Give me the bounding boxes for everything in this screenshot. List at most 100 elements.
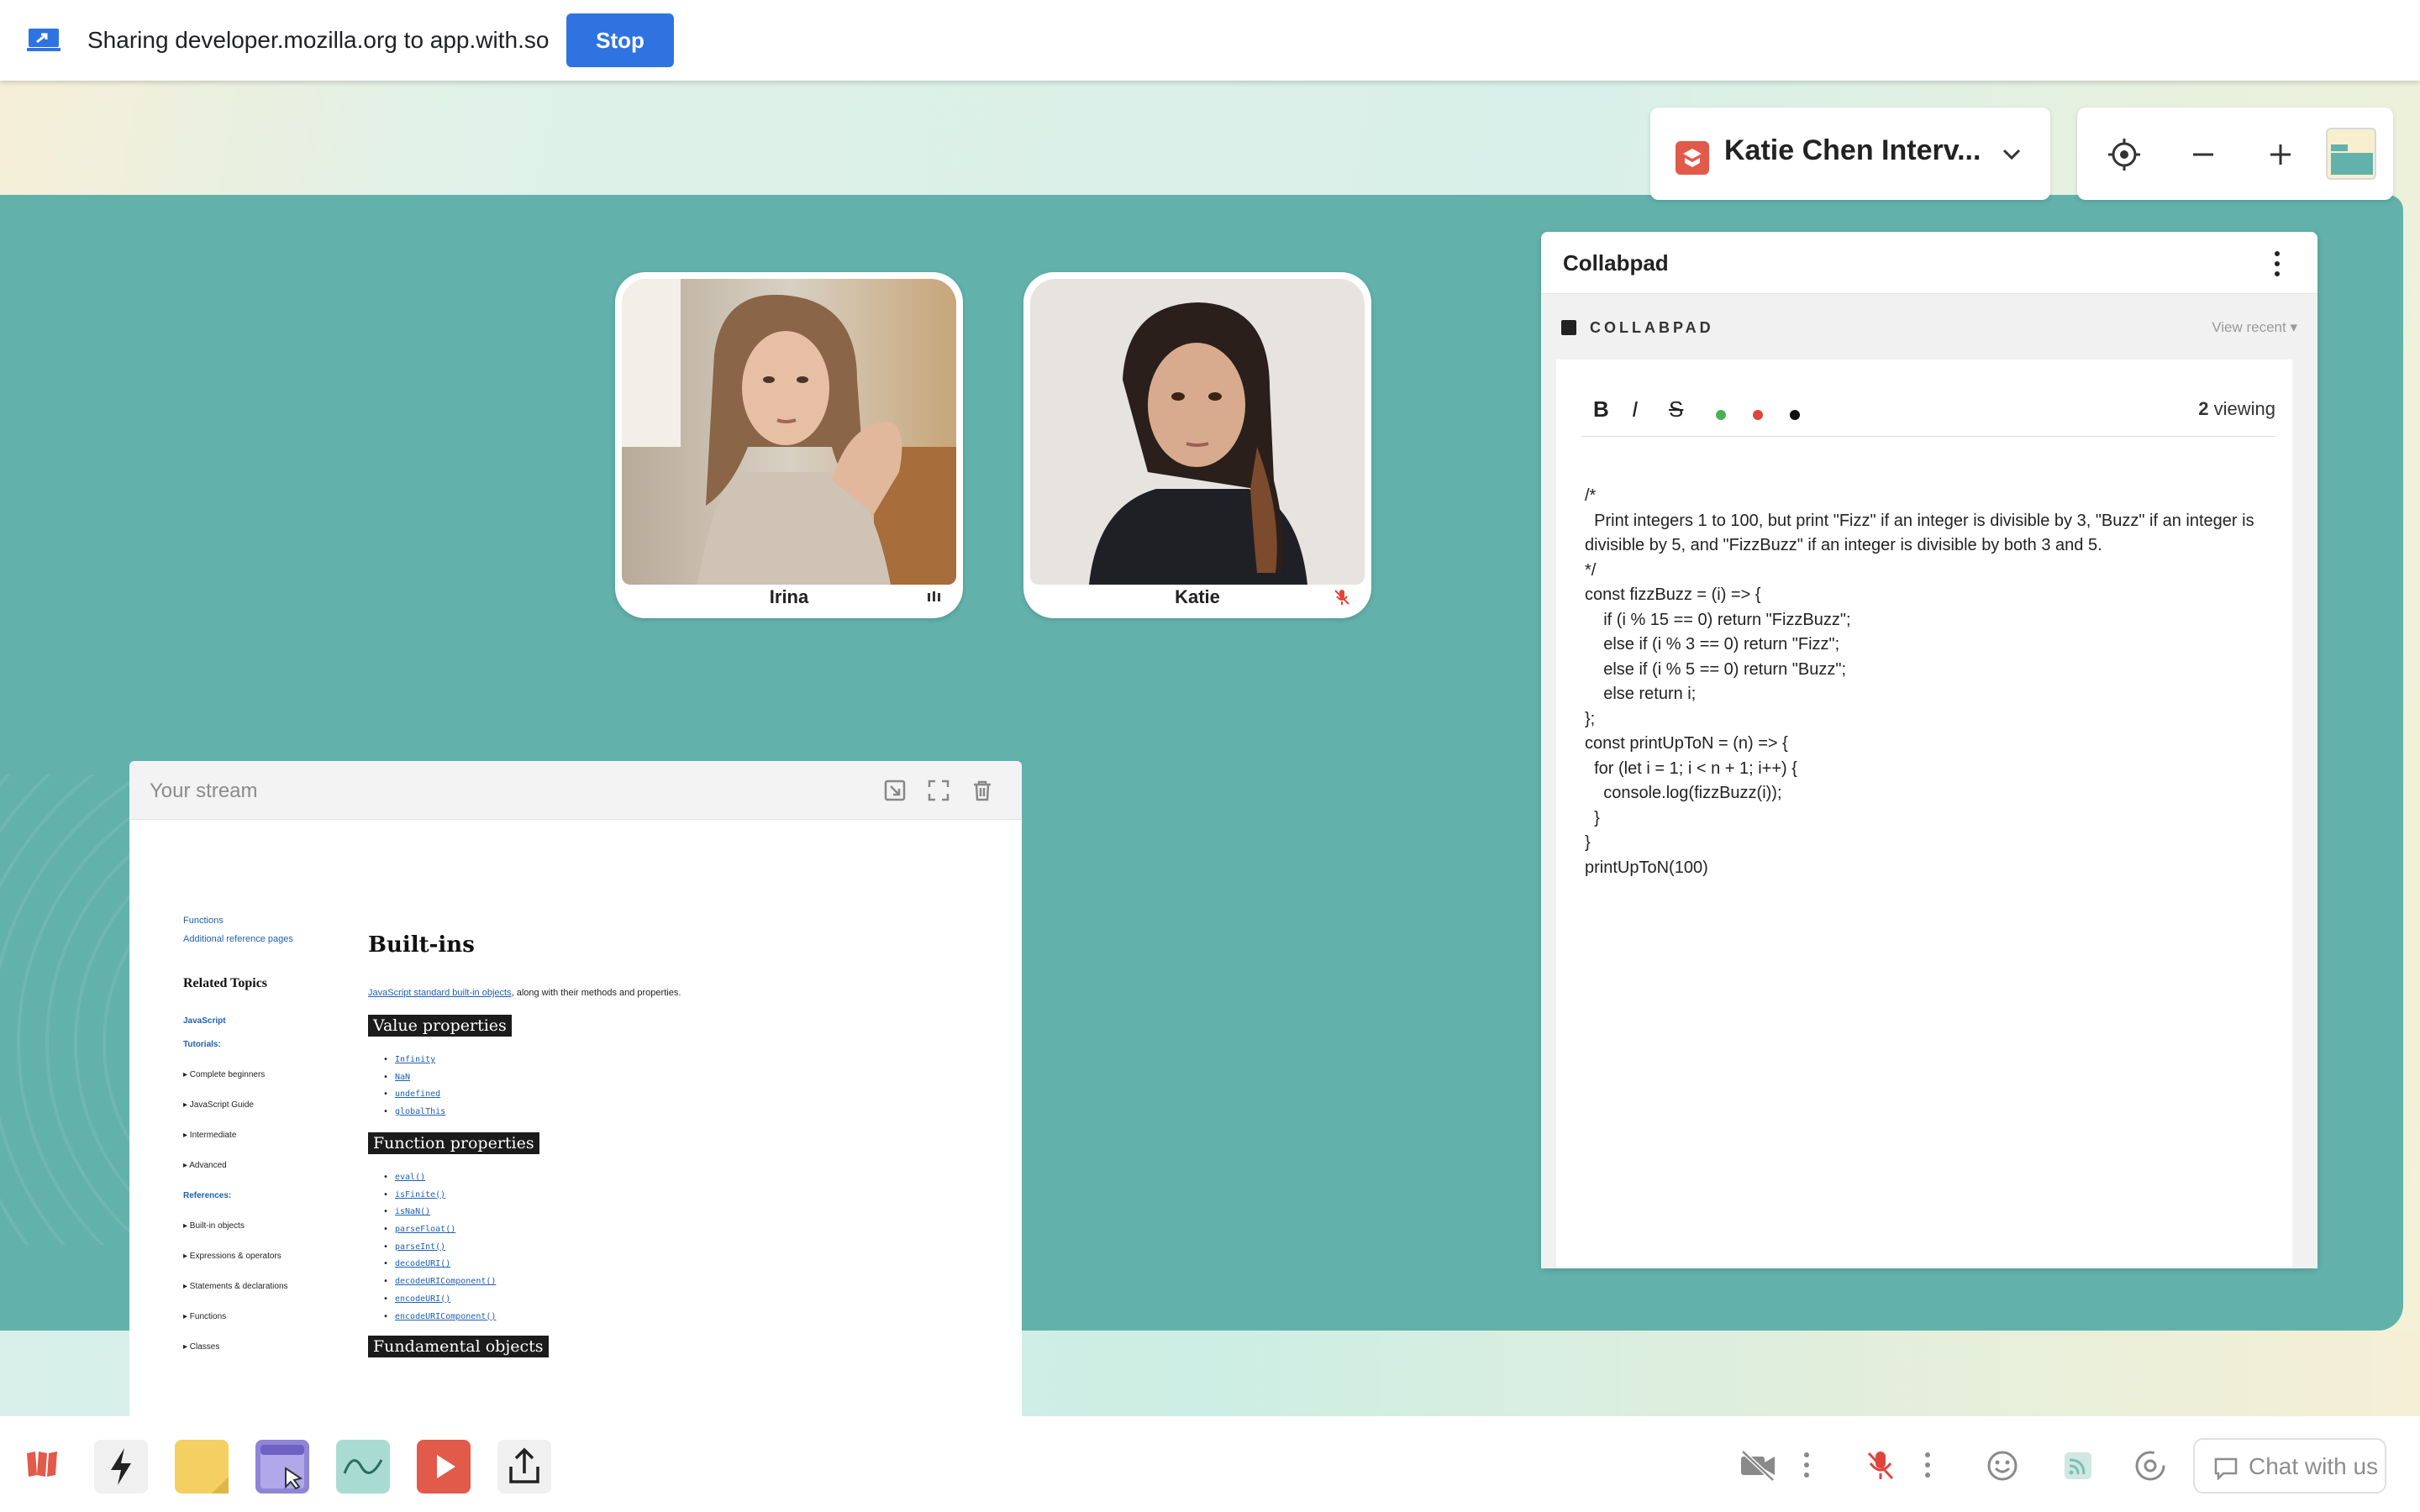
video-button[interactable]: [417, 1440, 471, 1494]
participant-name: Irina: [769, 586, 809, 607]
page-heading: Built-ins: [368, 932, 475, 958]
zoom-out-icon[interactable]: [2185, 136, 2222, 173]
italic-button[interactable]: I: [1632, 396, 1638, 423]
play-icon: [437, 1455, 455, 1478]
viewing-count: 2 viewing: [2198, 398, 2275, 419]
upload-button[interactable]: [497, 1440, 551, 1494]
note-icon: [1561, 320, 1576, 335]
participant-name: Katie: [1175, 586, 1220, 607]
color-red-button[interactable]: [1753, 410, 1763, 420]
video-tile-irina[interactable]: Irina: [615, 272, 963, 618]
related-topics-heading: Related Topics: [183, 976, 268, 990]
sidebar-item: ▸ Advanced: [183, 1161, 227, 1170]
stop-sharing-button[interactable]: Stop: [566, 13, 674, 67]
activity-icon[interactable]: [2134, 1450, 2166, 1482]
collabpad-section-label: COLLABPAD: [1561, 319, 1714, 337]
sidebar-item: ▸ Classes: [183, 1342, 220, 1352]
intro-text: JavaScript standard built-in objects, al…: [368, 988, 681, 998]
function-properties-list: eval() isFinite() isNaN() parseFloat() p…: [383, 1169, 496, 1326]
apps-button[interactable]: [94, 1440, 148, 1494]
list-item: decodeURI(): [383, 1256, 496, 1273]
sidebar-link: Additional reference pages: [183, 934, 293, 944]
mic-muted-icon[interactable]: [1864, 1448, 1897, 1482]
cast-icon[interactable]: [2062, 1450, 2094, 1482]
sidebar-item: ▸ Complete beginners: [183, 1070, 266, 1079]
section-heading: Function properties: [368, 1132, 539, 1154]
sidebar-item: ▸ Functions: [183, 1312, 227, 1321]
zoom-controls: [2077, 108, 2393, 200]
trash-icon[interactable]: [970, 778, 995, 803]
room-selector[interactable]: Katie Chen Interv...: [1650, 108, 2050, 200]
screen-share-icon: [27, 29, 60, 51]
format-toolbar: B I S 2 viewing: [1581, 386, 2275, 437]
collabpad-editor[interactable]: B I S 2 viewing /* Print integers 1 to 1…: [1556, 360, 2292, 1268]
list-item: eval(): [383, 1169, 496, 1187]
value-properties-list: Infinity NaN undefined globalThis: [383, 1052, 445, 1121]
list-item: encodeURI(): [383, 1291, 496, 1309]
list-item: globalThis: [383, 1104, 445, 1121]
collabpad-text[interactable]: /* Print integers 1 to 100, but print "F…: [1585, 484, 2282, 880]
stream-window: Your stream Functions Additional referen…: [129, 761, 1022, 1416]
video-feed: [1030, 279, 1365, 585]
browser-button[interactable]: [255, 1440, 309, 1494]
whiteboard-button[interactable]: [336, 1440, 390, 1494]
list-item: undefined: [383, 1086, 445, 1104]
list-item: decodeURIComponent(): [383, 1273, 496, 1291]
collabpad-panel: Collabpad COLLABPAD View recent ▾ B I S …: [1541, 232, 2317, 1268]
mic-options-icon[interactable]: [1921, 1450, 1934, 1480]
browser-window-icon: [260, 1445, 304, 1490]
strikethrough-button[interactable]: S: [1669, 396, 1683, 423]
section-heading: Value properties: [368, 1015, 512, 1037]
sidebar-item: ▸ Intermediate: [183, 1131, 237, 1140]
list-item: isFinite(): [383, 1187, 496, 1205]
logo-icon[interactable]: [25, 1450, 59, 1478]
chat-with-us-button[interactable]: Chat with us: [2193, 1438, 2386, 1494]
chevron-down-icon[interactable]: [1996, 139, 2027, 170]
mic-muted-icon: [1334, 590, 1349, 605]
view-recent-dropdown[interactable]: View recent ▾: [2212, 319, 2297, 336]
share-status-text: Sharing developer.mozilla.org to app.wit…: [87, 27, 550, 53]
room-icon: [1676, 141, 1709, 175]
screen-share-bar: Sharing developer.mozilla.org to app.wit…: [0, 0, 2420, 81]
video-feed: [622, 279, 956, 585]
bottom-dock: Chat with us: [0, 1416, 2420, 1512]
minimap[interactable]: [2326, 128, 2376, 180]
list-item: NaN: [383, 1069, 445, 1087]
sidebar-item: ▸ Statements & declarations: [183, 1282, 288, 1291]
sidebar-item: ▸ JavaScript Guide: [183, 1100, 254, 1110]
chat-bubble-icon: [2214, 1457, 2238, 1480]
lightning-icon: [111, 1448, 131, 1485]
collabpad-header: Collabpad: [1541, 232, 2317, 294]
whiteboard-icon: [343, 1459, 383, 1474]
bold-button[interactable]: B: [1593, 396, 1609, 423]
emoji-icon[interactable]: [1986, 1450, 2018, 1482]
sidebar-link: Functions: [183, 916, 224, 926]
zoom-in-icon[interactable]: [2262, 136, 2299, 173]
chat-label: Chat with us: [2249, 1453, 2379, 1479]
video-tile-katie[interactable]: Katie: [1023, 272, 1371, 618]
color-green-button[interactable]: [1716, 410, 1726, 420]
color-black-button[interactable]: [1790, 410, 1800, 420]
list-item: Infinity: [383, 1052, 445, 1069]
room-title: Katie Chen Interv...: [1724, 134, 1981, 166]
sidebar-bold: References:: [183, 1191, 232, 1200]
list-item: parseFloat(): [383, 1221, 496, 1239]
list-item: isNaN(): [383, 1204, 496, 1221]
sidebar-item: ▸ Built-in objects: [183, 1221, 245, 1231]
camera-options-icon[interactable]: [1800, 1450, 1813, 1480]
more-options-icon[interactable]: [2270, 249, 2284, 279]
stream-title: Your stream: [150, 780, 258, 802]
sticky-note-button[interactable]: [175, 1440, 229, 1494]
audio-level-icon: [928, 591, 940, 601]
sticky-note-icon: [212, 1477, 229, 1494]
sidebar-bold: Tutorials:: [183, 1040, 221, 1049]
camera-off-icon[interactable]: [1739, 1448, 1778, 1482]
fullscreen-icon[interactable]: [926, 778, 951, 803]
recenter-icon[interactable]: [2106, 136, 2143, 173]
upload-icon: [509, 1447, 539, 1483]
stream-header: Your stream: [129, 761, 1022, 820]
minimize-icon[interactable]: [882, 778, 908, 803]
list-item: encodeURIComponent(): [383, 1309, 496, 1326]
section-heading: Fundamental objects: [368, 1336, 549, 1357]
list-item: parseInt(): [383, 1239, 496, 1257]
